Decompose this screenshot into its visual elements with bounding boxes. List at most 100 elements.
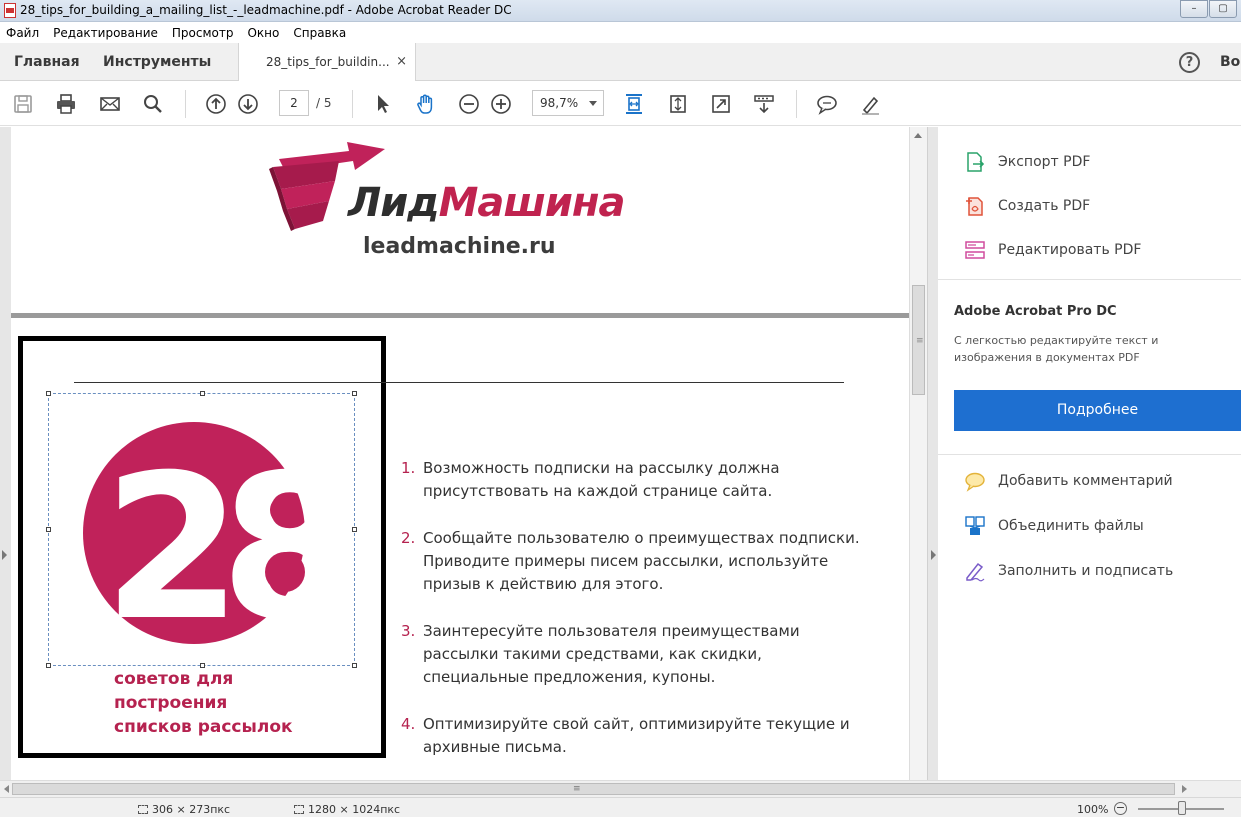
scroll-up-icon[interactable]: [914, 133, 922, 138]
page-number-input[interactable]: 2: [279, 90, 309, 116]
fill-sign-icon: [966, 562, 985, 582]
menu-view[interactable]: Просмотр: [172, 26, 234, 40]
add-comment-icon: [965, 472, 985, 492]
zoom-in-icon[interactable]: [489, 92, 513, 116]
create-pdf-icon: [966, 197, 983, 216]
list-item: 3. Заинтересуйте пользователя преимуществ…: [401, 622, 800, 686]
document-tab-label: 28_tips_for_buildin...: [266, 55, 390, 69]
comment-icon[interactable]: [815, 92, 839, 116]
chevron-down-icon: [589, 101, 597, 106]
minimize-button[interactable]: –: [1180, 0, 1208, 18]
search-icon[interactable]: [141, 92, 165, 116]
fit-page-icon[interactable]: [622, 92, 646, 116]
tools-pane: Экспорт PDF Создать PDF Редактировать PD…: [938, 127, 1241, 780]
page-total: / 5: [316, 96, 332, 110]
toolbar: 2 / 5 98,7%: [0, 82, 1241, 126]
cover-caption: советов для построения списков рассылок: [114, 669, 293, 737]
help-icon[interactable]: ?: [1179, 52, 1200, 73]
image-selection-box[interactable]: [46, 391, 357, 668]
menu-bar: Файл Редактирование Просмотр Окно Справк…: [0, 22, 1241, 43]
select-cursor-icon[interactable]: [371, 92, 395, 116]
toolbar-separator: [352, 90, 353, 118]
zoom-value: 98,7%: [540, 96, 579, 110]
pane-divider: [938, 279, 1241, 280]
window-controls: – ▢: [1180, 0, 1237, 20]
vertical-scrollbar[interactable]: ≡: [909, 127, 927, 780]
learn-more-button[interactable]: Подробнее: [954, 390, 1241, 431]
pane-divider: [938, 454, 1241, 455]
list-item: 4. Оптимизируйте свой сайт, оптимизируйте…: [401, 715, 850, 756]
menu-file[interactable]: Файл: [6, 26, 39, 40]
promo-description: С легкостью редактируйте текст и изображ…: [954, 334, 1159, 364]
maximize-button[interactable]: ▢: [1209, 0, 1237, 18]
tips-list: 1. Возможность подписки на рассылку должн…: [401, 457, 861, 780]
hand-icon[interactable]: [414, 92, 438, 116]
resize-handle[interactable]: [46, 663, 51, 668]
selection-size: 306 × 273пкс: [138, 803, 230, 816]
right-panel-toggle[interactable]: [927, 127, 938, 780]
tab-bar: Главная Инструменты 28_tips_for_buildin.…: [0, 43, 1241, 81]
list-item: 2. Сообщайте пользователю о преимуществах…: [401, 529, 860, 593]
print-icon[interactable]: [54, 92, 78, 116]
toolbar-separator: [185, 90, 186, 118]
resize-handle[interactable]: [200, 391, 205, 396]
chevron-right-icon: [2, 550, 7, 560]
resize-handle[interactable]: [352, 391, 357, 396]
brand-logo-text: ЛидМашина: [348, 180, 625, 226]
highlight-icon[interactable]: [858, 92, 882, 116]
export-pdf-tool[interactable]: Экспорт PDF: [964, 150, 1234, 174]
zoom-out-button[interactable]: −: [1114, 802, 1127, 815]
resize-handle[interactable]: [46, 527, 51, 532]
page-up-icon[interactable]: [204, 92, 228, 116]
window-title: 28_tips_for_building_a_mailing_list_-_le…: [20, 3, 512, 17]
close-tab-icon[interactable]: ×: [396, 54, 407, 69]
save-icon[interactable]: [11, 92, 35, 116]
rotate-icon[interactable]: [666, 92, 690, 116]
menu-edit[interactable]: Редактирование: [53, 26, 158, 40]
scroll-thumb[interactable]: ≡: [912, 285, 925, 395]
fullscreen-icon[interactable]: [709, 92, 733, 116]
zoom-out-icon[interactable]: [457, 92, 481, 116]
document-view[interactable]: ЛидМашина leadmachine.ru 28 советов для …: [11, 127, 909, 780]
tab-tools[interactable]: Инструменты: [103, 54, 211, 70]
chevron-right-icon: [931, 550, 936, 560]
edit-pdf-tool[interactable]: Редактировать PDF: [964, 238, 1234, 262]
pdf-file-icon: [4, 3, 16, 18]
combine-files-tool[interactable]: Объединить файлы: [964, 514, 1234, 538]
scroll-mode-icon[interactable]: [752, 92, 776, 116]
status-bar: 306 × 273пкс 1280 × 1024пкс 100% −: [0, 797, 1241, 817]
tab-document[interactable]: 28_tips_for_buildin... ×: [238, 43, 416, 81]
edit-pdf-icon: [965, 241, 985, 259]
menu-window[interactable]: Окно: [247, 26, 279, 40]
horizontal-rule: [74, 382, 844, 383]
list-item: 1. Возможность подписки на рассылку должн…: [401, 459, 780, 500]
create-pdf-tool[interactable]: Создать PDF: [964, 194, 1234, 218]
export-pdf-icon: [967, 152, 985, 172]
page-down-icon[interactable]: [236, 92, 260, 116]
scroll-left-icon[interactable]: [4, 785, 9, 793]
resize-handle[interactable]: [352, 527, 357, 532]
image-size: 1280 × 1024пкс: [294, 803, 400, 816]
menu-help[interactable]: Справка: [293, 26, 346, 40]
zoom-slider-handle[interactable]: [1178, 801, 1186, 815]
zoom-select[interactable]: 98,7%: [532, 90, 604, 116]
brand-url: leadmachine.ru: [363, 234, 556, 259]
scroll-thumb[interactable]: ≡: [12, 783, 1175, 795]
left-panel-toggle[interactable]: [0, 127, 11, 780]
acrobat-window: 28_tips_for_building_a_mailing_list_-_le…: [0, 0, 1241, 817]
fill-sign-tool[interactable]: Заполнить и подписать: [964, 559, 1234, 583]
tab-home[interactable]: Главная: [14, 54, 80, 70]
horizontal-scrollbar[interactable]: ≡: [0, 780, 1241, 797]
email-icon[interactable]: [98, 92, 122, 116]
combine-files-icon: [965, 516, 985, 535]
image-size-icon: [294, 805, 304, 814]
selection-icon: [138, 805, 148, 814]
promo-title: Adobe Acrobat Pro DC: [954, 304, 1117, 319]
resize-handle[interactable]: [352, 663, 357, 668]
page-divider: [11, 313, 909, 318]
add-comment-tool[interactable]: Добавить комментарий: [964, 469, 1234, 493]
zoom-percent: 100%: [1077, 803, 1109, 816]
sign-in-link[interactable]: Во: [1220, 54, 1240, 70]
scroll-right-icon[interactable]: [1182, 785, 1187, 793]
resize-handle[interactable]: [46, 391, 51, 396]
